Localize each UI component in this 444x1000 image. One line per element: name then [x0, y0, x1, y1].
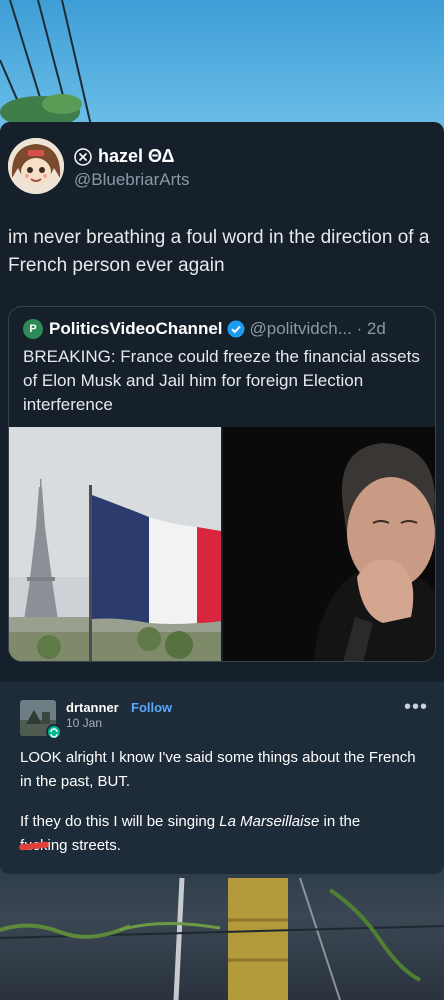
avatar[interactable] — [8, 138, 64, 194]
more-options-icon[interactable]: ••• — [404, 696, 428, 719]
p2-text-end: streets. — [67, 837, 121, 854]
verified-badge-icon — [227, 320, 245, 338]
post-username[interactable]: drtanner — [66, 700, 119, 715]
politics-channel-logo-icon: P — [23, 319, 43, 339]
tweet-text: im never breathing a foul word in the di… — [8, 227, 430, 276]
x-logo-icon — [74, 147, 92, 166]
elon-musk-photo[interactable] — [223, 427, 435, 661]
post-paragraph-1: LOOK alright I know I've said some thing… — [20, 749, 416, 790]
tweet-header: hazel ΘΔ @BluebriarArts — [8, 136, 428, 196]
background-street — [0, 860, 444, 1000]
quoted-tweet[interactable]: P PoliticsVideoChannel @politvidch... · … — [8, 306, 436, 662]
post-date: 10 Jan — [66, 716, 103, 730]
quoted-display-name[interactable]: PoliticsVideoChannel — [49, 319, 223, 339]
p2-emphasis: La Marseillaise — [219, 813, 320, 830]
tumblr-post: drtanner Follow 10 Jan ••• LOOK alright … — [0, 682, 444, 874]
display-name: hazel ΘΔ — [98, 146, 175, 166]
reblog-badge-icon — [46, 724, 62, 740]
user-handle[interactable]: @BluebriarArts — [74, 170, 190, 190]
french-flag-image[interactable] — [9, 427, 221, 661]
display-name-row[interactable]: hazel ΘΔ — [74, 146, 174, 167]
quoted-tweet-text: BREAKING: France could freeze the financ… — [23, 347, 420, 414]
p2-text-before: If they do this I will be singing — [20, 813, 220, 830]
quoted-tweet-header: P PoliticsVideoChannel @politvidch... · … — [23, 319, 433, 339]
p2-text-after: in the — [319, 813, 361, 830]
tweet-card: hazel ΘΔ @BluebriarArts im never breathi… — [0, 122, 444, 682]
post-paragraph-2: If they do this I will be singing La Mar… — [20, 810, 420, 858]
follow-button[interactable]: Follow — [131, 700, 172, 715]
quoted-handle-time: @politvidch... · 2d — [249, 319, 386, 338]
censored-word: fucking — [20, 834, 68, 858]
